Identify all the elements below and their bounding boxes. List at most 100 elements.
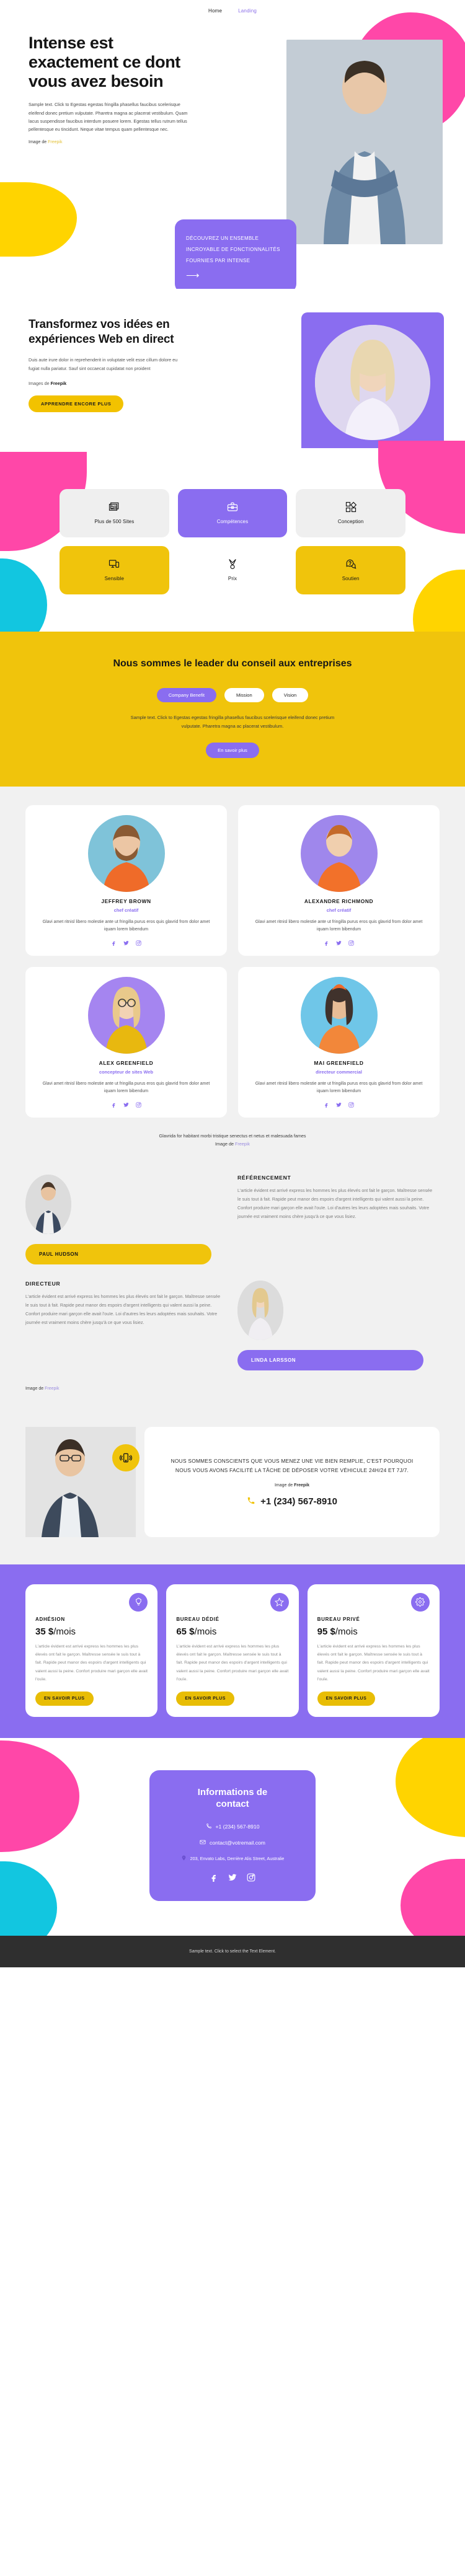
phone-cta-section: NOUS SOMMES CONSCIENTS QUE VOUS MENEZ UN… [0,1415,465,1564]
transform-title: Transformez vos idées en expériences Web… [29,318,174,346]
pricing-section: ADHÉSION 35 $/mois L'article évident est… [0,1564,465,1739]
pink-blob-decoration-2 [401,1858,465,1936]
instagram-icon[interactable] [348,1102,354,1108]
contact-phone[interactable]: +1 (234) 567-8910 [163,1823,302,1830]
team-member-name: ALEX GREENFIELD [99,1059,154,1066]
feature-label: Sensible [104,576,125,582]
credit-link[interactable]: Freepik [294,1483,309,1488]
yellow-blob-decoration [396,1738,465,1838]
pricing-button[interactable]: EN SAVOIR PLUS [176,1692,234,1706]
leader-section: Nous sommes le leader du conseil aux ent… [0,631,465,787]
reference-left-column: DIRECTEUR L'article évident est arrivé e… [25,1281,221,1327]
team-member-name: JEFFREY BROWN [101,898,151,904]
instagram-icon[interactable] [348,940,354,946]
feature-card-skills[interactable]: Compétences [177,488,288,537]
feature-card-support[interactable]: Soutien [296,545,405,594]
leader-tabs: Company Benefit Mission Vision [0,687,465,702]
twitter-icon[interactable] [228,1873,237,1885]
team-card: JEFFREY BROWN chef créatif Glavi amet ri… [25,805,227,956]
references-image-credit: Image de Freepik [25,1387,440,1391]
hero-title-line-2: exactement ce dont [29,52,180,71]
tab-vision[interactable]: Vision [272,687,309,702]
facebook-icon[interactable] [111,940,117,946]
feature-card-prize[interactable]: Prix [178,546,288,594]
transform-section: Transformez vos idées en expériences Web… [0,289,465,455]
mail-icon [200,1839,206,1846]
avatar [300,976,378,1054]
phone-number[interactable]: +1 (234) 567-8910 [166,1496,418,1507]
team-card: MAI GREENFIELD directeur commercial Glav… [238,966,440,1118]
team-socials [38,1102,215,1108]
feature-label: Soutien [342,576,360,582]
credit-link[interactable]: Freepik [235,1141,250,1147]
pricing-amount: 65 $ [176,1626,195,1637]
phone-cta-headline: NOUS SOMMES CONSCIENTS QUE VOUS MENEZ UN… [170,1457,414,1474]
twitter-icon[interactable] [336,940,342,946]
twitter-icon[interactable] [336,1102,342,1108]
avatar [237,1280,283,1340]
reference-left-column: PAUL HUDSON [25,1174,221,1264]
hero-cta-text: DÉCOUVREZ UN ENSEMBLE INCROYABLE DE FONC… [186,236,280,263]
contact-email[interactable]: contact@votremail.com [163,1839,302,1846]
credit-prefix: Image de [215,1140,235,1147]
instagram-icon[interactable] [247,1873,255,1885]
twitter-icon[interactable] [123,940,129,946]
pricing-button[interactable]: EN SAVOIR PLUS [35,1692,94,1706]
tab-mission[interactable]: Mission [224,687,264,702]
facebook-icon[interactable] [210,1873,218,1885]
avatar [25,1174,71,1234]
contact-socials [163,1873,302,1885]
location-pin-icon [181,1855,187,1862]
team-card: ALEXANDRE RICHMOND chef créatif Glavi am… [238,805,440,956]
feature-card-sites[interactable]: Plus de 500 Sites [60,488,169,537]
nav-item-home[interactable]: Home [208,8,222,14]
reference-right-column: LINDA LARSSON [237,1280,433,1370]
feature-card-responsive[interactable]: Sensible [60,545,169,594]
nav-item-landing[interactable]: Landing [238,8,257,14]
footer-text: Sample text. Click to select the Text El… [189,1949,276,1954]
phone-icon [247,1496,255,1507]
team-footnote-line: Glavrida for habitant morbi tristique se… [159,1133,306,1139]
team-member-role: directeur commercial [316,1069,362,1075]
medal-icon [227,558,238,570]
team-card: ALEX GREENFIELD concepteur de sites Web … [25,966,227,1118]
pricing-title: BUREAU DÉDIÉ [176,1616,219,1622]
hero-photo [286,40,443,244]
star-icon [270,1592,289,1612]
page-title: Intense est exactement ce dont vous avez… [29,33,215,90]
cyan-blob-decoration [0,1861,57,1936]
pink-blob-decoration [0,1740,79,1853]
contact-section: Informations de contact +1 (234) 567-891… [0,1738,465,1936]
yellow-blob-decoration [0,182,77,257]
hero-cta-card[interactable]: DÉCOUVREZ UN ENSEMBLE INCROYABLE DE FONC… [175,219,296,293]
leader-learn-more-button[interactable]: En savoir plus [206,742,259,758]
landing-page: Home Landing Intense est exactement ce d… [0,0,465,1967]
feature-card-design[interactable]: Conception [296,488,405,537]
credit-link[interactable]: Freepik [48,140,62,144]
team-member-desc: Glavi amet ritnisl libero molestie ante … [42,1081,210,1094]
pricing-description: L'article évident est arrivé express les… [176,1644,289,1682]
pricing-button[interactable]: EN SAVOIR PLUS [317,1692,376,1706]
paul-hudson-button[interactable]: PAUL HUDSON [25,1243,211,1264]
pricing-amount: 35 $ [35,1626,54,1637]
feature-label: Plus de 500 Sites [94,519,135,525]
hero-image-credit: Image de Freepik [29,140,215,144]
linda-larsson-button[interactable]: LINDA LARSSON [237,1349,423,1370]
facebook-icon[interactable] [324,940,329,946]
pricing-price: 35 $/mois [35,1626,148,1637]
twitter-icon[interactable] [123,1102,129,1108]
mobile-ring-icon [112,1444,140,1471]
tab-company-benefit[interactable]: Company Benefit [156,687,216,702]
instagram-icon[interactable] [136,940,141,946]
hero-section: Intense est exactement ce dont vous avez… [0,12,465,293]
instagram-icon[interactable] [136,1102,141,1108]
pricing-unit: /mois [53,1626,76,1637]
facebook-icon[interactable] [324,1102,329,1108]
pricing-amount: 95 $ [317,1626,335,1637]
credit-link[interactable]: Freepik [51,381,67,386]
team-member-role: chef créatif [326,907,352,913]
credit-link[interactable]: Freepik [45,1387,59,1391]
facebook-icon[interactable] [111,1102,117,1108]
team-footnote: Glavrida for habitant morbi tristique se… [0,1132,465,1149]
learn-more-button[interactable]: APPRENDRE ENCORE PLUS [29,395,124,412]
